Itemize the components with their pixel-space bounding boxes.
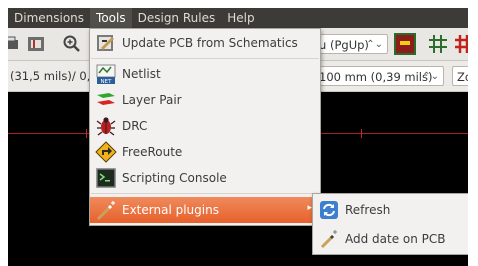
track-width-value: (31,5 mils)/ 0,4 xyxy=(10,69,94,83)
plugin-wand-icon xyxy=(320,230,337,249)
submenu-item-label: Add date on PCB xyxy=(345,232,446,246)
menu-item-label: Update PCB from Schematics xyxy=(122,36,298,50)
via-size-select[interactable]: 100 mm (0,39 mils) ⌃⌄ xyxy=(314,66,444,86)
submenu-item-refresh[interactable]: Refresh xyxy=(313,196,468,224)
menu-tools[interactable]: Tools xyxy=(90,8,132,28)
menu-item-label: DRC xyxy=(122,119,148,133)
layer-pair-icon xyxy=(97,93,115,105)
external-plugins-submenu: Refresh Add date on PCB xyxy=(312,193,468,255)
menu-item-drc[interactable]: DRC xyxy=(90,114,320,138)
menu-dimensions[interactable]: Dimensions xyxy=(8,8,90,28)
chevron-updown-icon: ⌃⌄ xyxy=(366,39,383,50)
trace-marker xyxy=(361,129,362,138)
pcbnew-window: Dimensions Tools Design Rules Help Cu (P… xyxy=(8,0,468,266)
freeroute-icon xyxy=(95,141,117,163)
track-width-select[interactable]: (31,5 mils)/ 0,4 xyxy=(8,66,94,86)
menu-item-label: External plugins xyxy=(122,203,219,217)
via-size-value: 100 mm (0,39 mils) xyxy=(319,70,433,84)
submenu-item-add-date[interactable]: Add date on PCB xyxy=(313,225,468,253)
grid-red-icon[interactable] xyxy=(454,34,468,54)
refresh-icon xyxy=(320,201,338,219)
zoom-in-icon[interactable] xyxy=(62,34,82,54)
layer-color-icon[interactable] xyxy=(394,33,416,55)
menu-separator xyxy=(91,193,319,194)
netlist-icon: NET xyxy=(96,64,116,85)
menu-item-label: Layer Pair xyxy=(122,93,182,107)
menu-item-label: FreeRoute xyxy=(122,145,183,159)
zoom-value: Zoo xyxy=(457,70,468,84)
drc-bug-icon xyxy=(96,117,116,136)
plot-icon[interactable] xyxy=(26,34,46,54)
plugin-wand-icon xyxy=(96,201,115,221)
print-icon[interactable] xyxy=(8,34,22,54)
menu-item-external-plugins[interactable]: External plugins ▸ xyxy=(90,197,320,223)
terminal-icon xyxy=(96,168,116,188)
svg-text:NET: NET xyxy=(101,79,113,85)
menu-item-label: Scripting Console xyxy=(122,171,227,185)
submenu-item-label: Refresh xyxy=(345,203,391,217)
menu-item-freeroute[interactable]: FreeRoute xyxy=(90,140,320,164)
chevron-updown-icon: ⌃⌄ xyxy=(422,71,439,82)
menu-item-label: Netlist xyxy=(122,67,161,81)
menu-item-scripting-console[interactable]: Scripting Console xyxy=(90,166,320,190)
tools-menu: Update PCB from Schematics NET Netlist L… xyxy=(89,28,321,226)
grid-icon[interactable] xyxy=(428,34,448,54)
trace-marker xyxy=(86,129,87,138)
menu-design-rules[interactable]: Design Rules xyxy=(132,8,222,28)
menu-item-netlist[interactable]: NET Netlist xyxy=(90,62,320,86)
menubar: Dimensions Tools Design Rules Help xyxy=(8,8,468,28)
zoom-select[interactable]: Zoo xyxy=(452,66,468,86)
menu-help[interactable]: Help xyxy=(221,8,260,28)
menu-item-layer-pair[interactable]: Layer Pair xyxy=(90,88,320,112)
update-pcb-icon xyxy=(97,35,114,51)
menu-separator xyxy=(91,58,319,59)
menu-item-update-pcb[interactable]: Update PCB from Schematics xyxy=(90,31,320,55)
